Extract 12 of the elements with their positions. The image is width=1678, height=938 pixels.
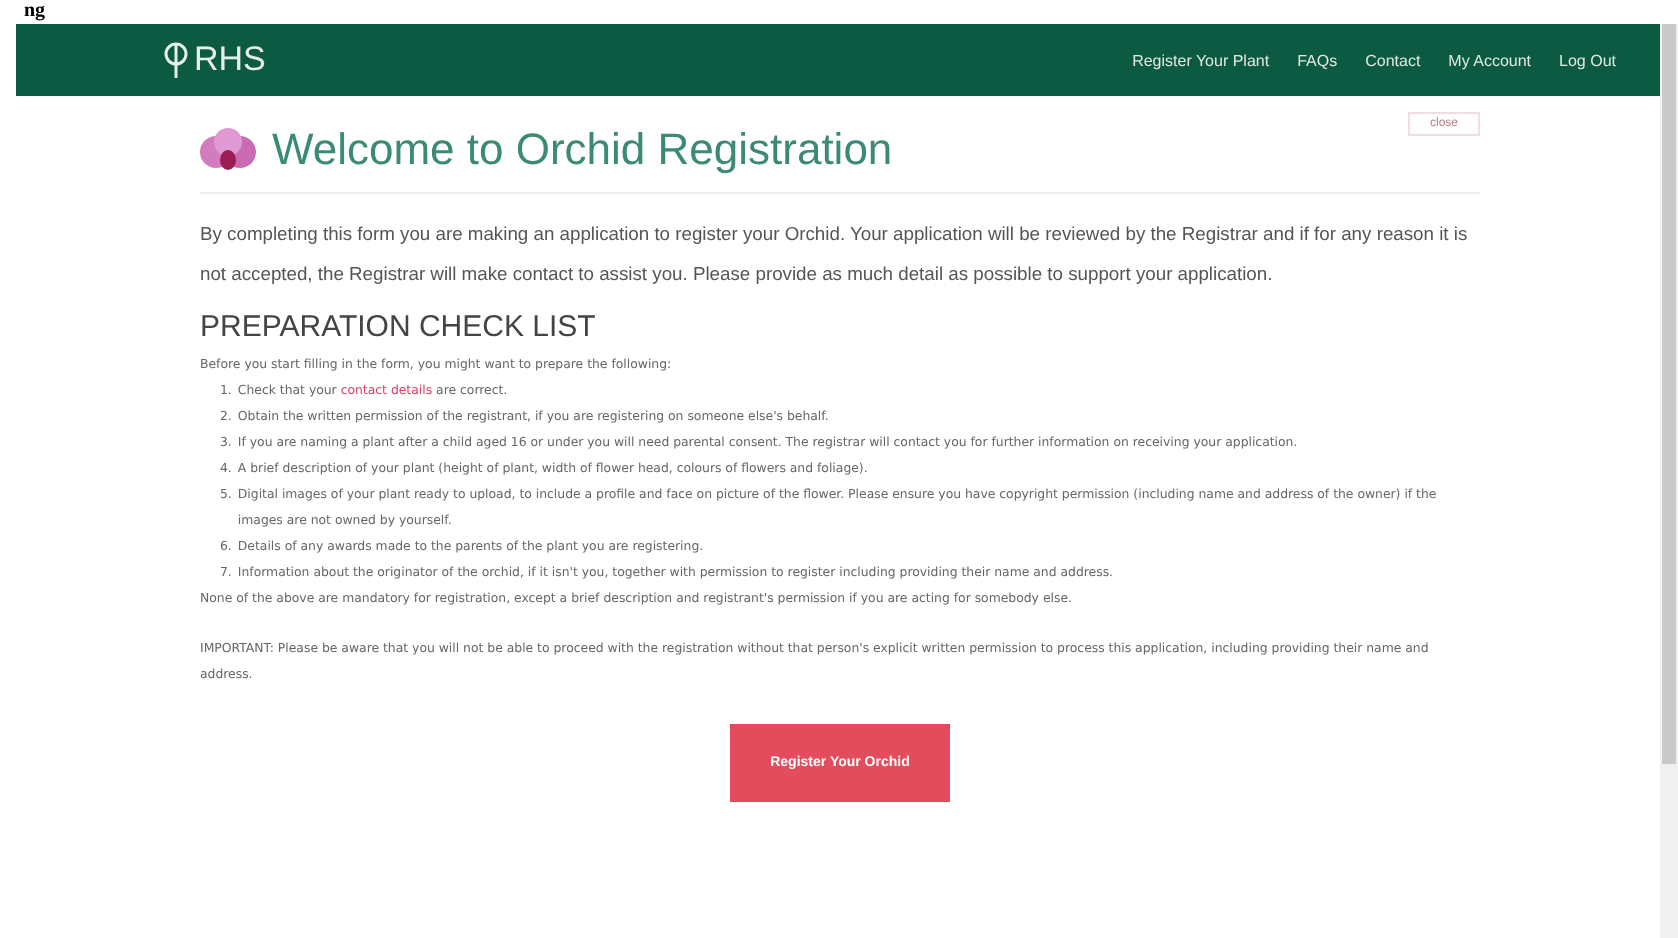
intro-paragraph: By completing this form you are making an application to register your Orchid. Your application will be reviewed by the Registrar and if for any reason it is not accepted, the Registrar will make contact to assist you. Please provide as much detail as possible to support your application. xyxy=(200,220,1470,288)
leaf-logo-icon xyxy=(164,40,188,80)
nav-link[interactable]: Register Your Plant xyxy=(1132,51,1270,69)
page-title: Welcome to Orchid Registration xyxy=(272,124,893,176)
nav-link[interactable]: My Account xyxy=(1448,51,1532,69)
logo-text: RHS xyxy=(194,40,266,80)
nav-link[interactable]: Log Out xyxy=(1559,51,1616,69)
checklist-heading: PREPARATION CHECK LIST xyxy=(200,310,598,344)
nav-link[interactable]: FAQs xyxy=(1297,51,1338,69)
document-text-fragment: ng xyxy=(24,0,46,24)
nav-link[interactable]: Contact xyxy=(1365,51,1421,69)
orchid-flower-icon xyxy=(200,126,256,174)
